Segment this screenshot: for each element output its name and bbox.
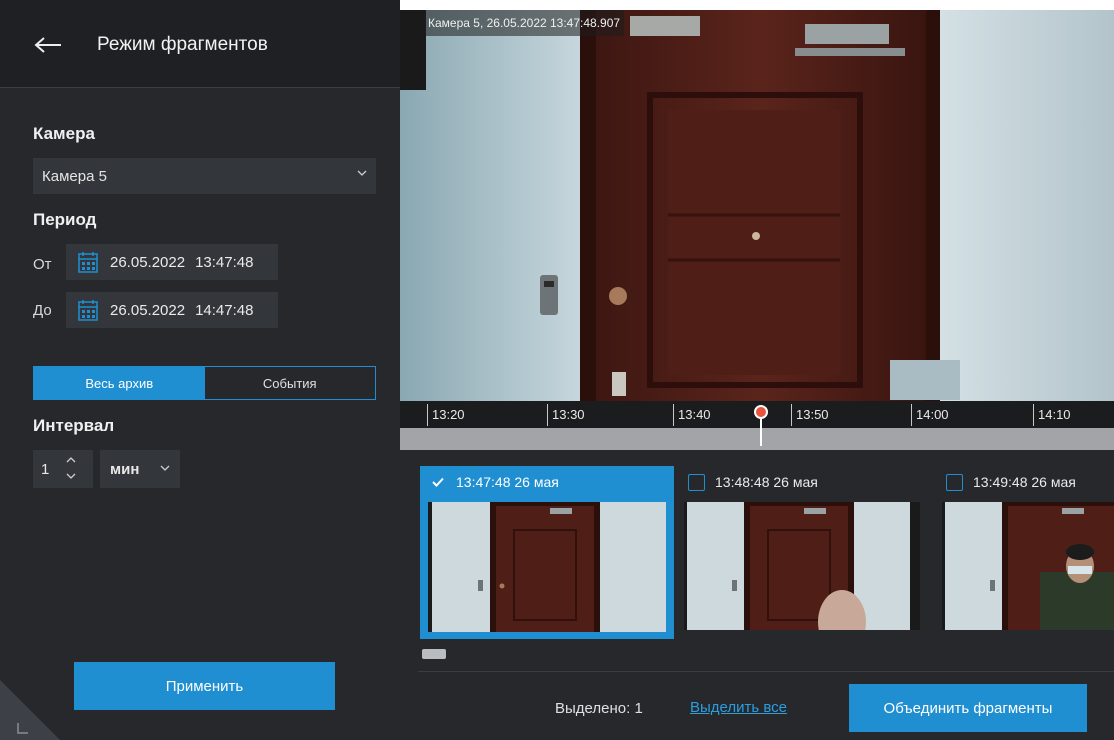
camera-select[interactable]: Камера 5	[33, 158, 376, 194]
resize-corner-icon[interactable]	[0, 680, 60, 740]
chevron-up-icon[interactable]	[66, 456, 76, 463]
fragment-card[interactable]: 13:49:48 26 мая	[934, 466, 1114, 639]
to-date: 26.05.2022	[110, 301, 186, 319]
timeline-tick: 13:30	[547, 404, 585, 426]
video-caption: Камера 5, 26.05.2022 13:47:48.907	[424, 10, 625, 36]
video-image	[400, 0, 1114, 450]
fragment-label: 13:47:48 26 мая	[456, 474, 559, 490]
back-arrow-icon	[34, 37, 61, 53]
to-datetime-field[interactable]: 26.05.2022 14:47:48	[66, 292, 278, 328]
horizontal-scrollbar[interactable]	[422, 649, 446, 659]
fragment-label: 13:49:48 26 мая	[973, 474, 1076, 490]
playhead-line	[760, 419, 762, 446]
calendar-icon	[78, 300, 98, 321]
video-dark-strip	[400, 10, 426, 90]
fragment-thumbnail	[428, 502, 666, 632]
from-datetime-field[interactable]: 26.05.2022 13:47:48	[66, 244, 278, 280]
timeline-track[interactable]	[400, 428, 1114, 450]
from-time: 13:47:48	[195, 253, 254, 271]
fragment-header: 13:49:48 26 мая	[934, 466, 1114, 498]
from-date: 26.05.2022	[110, 253, 186, 271]
interval-unit-select[interactable]: мин	[100, 450, 180, 488]
video-frame[interactable]: Камера 5, 26.05.2022 13:47:48.907	[400, 0, 1114, 450]
footer-divider	[418, 671, 1114, 672]
camera-label: Камера	[33, 124, 95, 143]
tab-events[interactable]: События	[205, 367, 376, 399]
checkbox-icon[interactable]	[946, 473, 963, 491]
interval-value: 1	[41, 461, 50, 478]
fragment-thumbnail	[684, 502, 920, 630]
timeline-tick: 14:00	[911, 404, 949, 426]
interval-stepper[interactable]: 1	[33, 450, 93, 488]
fragment-header: 13:48:48 26 мая	[676, 466, 930, 498]
thumbnail-image	[428, 502, 666, 632]
to-label: До	[33, 302, 52, 319]
timeline-tick: 14:10	[1033, 404, 1071, 426]
timeline-tick: 13:40	[673, 404, 711, 426]
playhead-marker[interactable]	[754, 405, 768, 419]
interval-label: Интервал	[33, 416, 115, 435]
calendar-icon	[78, 252, 98, 273]
camera-select-value: Камера 5	[42, 167, 107, 185]
sidebar: Режим фрагментов Камера Камера 5 Период …	[0, 0, 400, 740]
check-icon	[432, 477, 444, 487]
timeline-tick: 13:50	[791, 404, 829, 426]
timeline-tick: 13:20	[427, 404, 465, 426]
video-top-band	[400, 0, 1114, 10]
interval-unit-value: мин	[110, 460, 140, 478]
fragment-header: 13:47:48 26 мая	[420, 466, 674, 498]
tab-whole-archive[interactable]: Весь архив	[34, 367, 205, 399]
selected-count: Выделено: 1	[555, 700, 643, 717]
fragment-label: 13:48:48 26 мая	[715, 474, 818, 490]
period-label: Период	[33, 210, 97, 229]
thumbnail-image	[684, 502, 920, 630]
select-all-link[interactable]: Выделить все	[690, 699, 787, 716]
back-button[interactable]	[30, 30, 66, 60]
to-time: 14:47:48	[195, 301, 254, 319]
chevron-down-icon[interactable]	[66, 473, 76, 480]
fragment-card[interactable]: 13:48:48 26 мая	[676, 466, 930, 639]
checkbox-icon[interactable]	[688, 473, 705, 491]
apply-button[interactable]: Применить	[74, 662, 335, 710]
chevron-down-icon	[160, 465, 170, 471]
page-title: Режим фрагментов	[97, 34, 268, 55]
from-label: От	[33, 256, 52, 273]
sidebar-header: Режим фрагментов	[0, 0, 400, 88]
archive-mode-toggle: Весь архив События	[33, 366, 376, 400]
fragment-thumbnail	[942, 502, 1114, 630]
thumbnail-image	[942, 502, 1114, 630]
merge-fragments-button[interactable]: Объединить фрагменты	[849, 684, 1087, 732]
fragment-card[interactable]: 13:47:48 26 мая	[420, 466, 674, 639]
chevron-down-icon	[357, 170, 367, 176]
